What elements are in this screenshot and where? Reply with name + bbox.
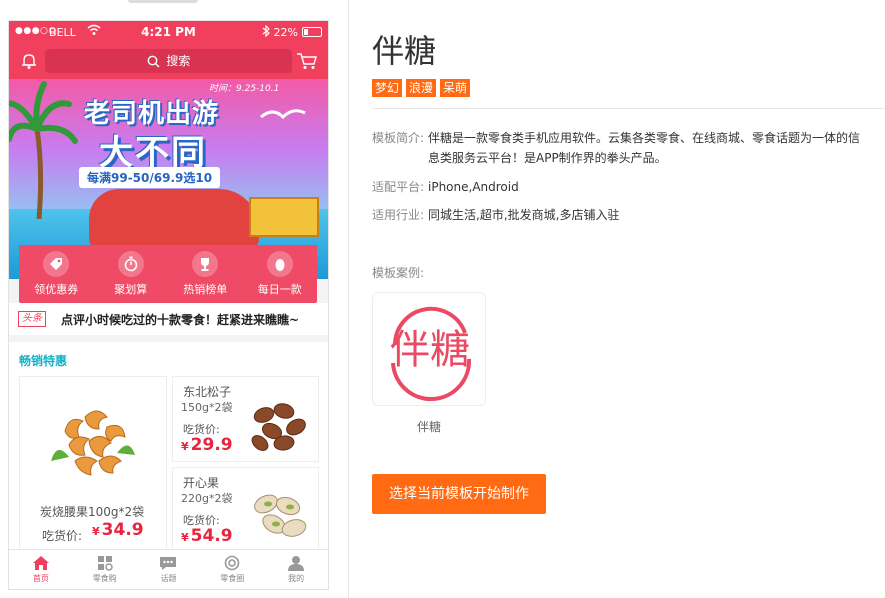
price-label: 吃货价:: [42, 529, 83, 543]
platform-label: 适配平台:: [372, 180, 425, 194]
phone-preview: ●●●○○ BELL 4:21 PM 22% 搜索 时间：9.25-10.1 老…: [8, 20, 329, 590]
quick-nav-label: 领优惠券: [34, 283, 79, 296]
pistachio-image: [254, 494, 307, 537]
product-card-cashew[interactable]: 炭烧腰果100g*2袋 吃货价: ¥34.9: [19, 376, 167, 554]
intro-row: 模板简介: 伴糖是一款零食类手机应用软件。云集各类零食、在线商城、零食话题为一体…: [372, 128, 868, 168]
app-header: 搜索: [9, 43, 328, 79]
tag-badge: 浪漫: [406, 79, 437, 97]
cart-icon[interactable]: [296, 51, 318, 71]
home-icon: [32, 556, 49, 570]
search-placeholder: 搜索: [166, 54, 191, 68]
product-name: 炭烧腰果100g*2袋: [40, 505, 145, 519]
chat-icon: [160, 557, 177, 570]
intro-label: 模板简介:: [372, 131, 425, 145]
tab-home[interactable]: 首页: [9, 550, 73, 589]
quick-nav-deals[interactable]: 聚划算: [94, 245, 169, 303]
price-value: 29.9: [190, 435, 233, 455]
stopwatch-icon: [117, 251, 144, 277]
divider: [372, 108, 885, 109]
product-name: 东北松子: [183, 385, 232, 399]
status-bar: ●●●○○ BELL 4:21 PM 22%: [9, 21, 328, 43]
tag-badge: 呆萌: [440, 79, 471, 97]
tab-snack-circle[interactable]: 零食圈: [200, 550, 264, 589]
quick-nav-label: 热销榜单: [183, 283, 228, 296]
banner-snack-box-image: [249, 197, 319, 237]
grid-icon: [97, 556, 113, 571]
tab-label: 首页: [32, 574, 49, 583]
tab-label: 话题: [160, 574, 177, 583]
preview-column: ●●●○○ BELL 4:21 PM 22% 搜索 时间：9.25-10.1 老…: [0, 0, 349, 598]
case-logo: 伴糖: [390, 306, 472, 401]
case-logo-card[interactable]: 伴糖: [372, 292, 486, 406]
bottom-tab-bar: 首页 零食购 话题 零食圈 我的: [9, 549, 328, 589]
headline-text: 点评小时候吃过的十款零食！赶紧进来瞧瞧~: [61, 313, 300, 327]
bestseller-section: 畅销特惠 炭烧腰果100g*2袋 吃货价: ¥ 34.9 东北松子 150g*2…: [9, 342, 328, 567]
headline-tag: 头条: [18, 311, 46, 327]
banner-promo: 每满99-50/69.9选10: [79, 167, 221, 188]
battery-percent: 22%: [273, 26, 298, 39]
platform-row: 适配平台: iPhone,Android: [372, 177, 868, 197]
template-title: 伴糖: [372, 32, 437, 70]
preview-handle: [128, 0, 198, 3]
price-value: 54.9: [190, 526, 233, 546]
seagull-image: [260, 109, 306, 120]
egg-icon: [266, 251, 293, 277]
banner-car-image: [89, 189, 259, 249]
intro-text: 伴糖是一款零食类手机应用软件。云集各类零食、在线商城、零食话题为一体的信息类服务…: [428, 131, 861, 165]
bluetooth-icon: [262, 24, 270, 40]
coupon-icon: [43, 251, 70, 277]
quick-nav-daily[interactable]: 每日一款: [243, 245, 318, 303]
industry-value: 同城生活,超市,批发商城,多店铺入驻: [428, 208, 620, 222]
quick-nav-coupon[interactable]: 领优惠券: [19, 245, 94, 303]
battery-icon: [302, 27, 322, 37]
section-title: 畅销特惠: [19, 354, 68, 368]
banner-date: 时间：9.25-10.1: [209, 84, 280, 94]
product-weight: 150g*2袋: [181, 401, 233, 414]
case-name: 伴糖: [416, 420, 441, 434]
platform-value: iPhone,Android: [428, 180, 519, 194]
product-price: ¥34.9: [92, 520, 144, 540]
currency-symbol: ¥: [92, 525, 100, 538]
bell-icon[interactable]: [19, 51, 39, 71]
template-tags: 梦幻 浪漫 呆萌: [372, 79, 471, 97]
palm-tree-image: [9, 81, 78, 219]
tab-label: 零食购: [92, 574, 117, 583]
headline-bar[interactable]: 头条 点评小时候吃过的十款零食！赶紧进来瞧瞧~: [9, 303, 328, 335]
cashew-image: [51, 410, 135, 476]
industry-row: 适用行业: 同城生活,超市,批发商城,多店铺入驻: [372, 205, 868, 225]
cases-label: 模板案例:: [372, 266, 425, 280]
page: ●●●○○ BELL 4:21 PM 22% 搜索 时间：9.25-10.1 老…: [0, 0, 885, 598]
template-detail: 伴糖 梦幻 浪漫 呆萌 模板简介: 伴糖是一款零食类手机应用软件。云集各类零食、…: [372, 0, 885, 598]
user-icon: [288, 556, 305, 571]
quick-nav-label: 每日一款: [257, 283, 302, 296]
tab-topics[interactable]: 话题: [137, 550, 201, 589]
search-bar[interactable]: 搜索: [45, 49, 292, 73]
search-icon: [147, 55, 160, 68]
product-name: 开心果: [183, 476, 220, 490]
tab-label: 零食圈: [220, 574, 245, 583]
product-price: ¥29.9: [181, 435, 233, 455]
tab-label: 我的: [288, 574, 305, 583]
quick-nav-ranking[interactable]: 热销榜单: [168, 245, 243, 303]
start-template-button[interactable]: 选择当前模板开始制作: [372, 474, 546, 514]
quick-nav: 领优惠券 聚划算 热销榜单 每日一款: [19, 245, 317, 303]
trophy-icon: [192, 251, 219, 277]
product-card-pistachio[interactable]: 开心果 220g*2袋 吃货价: ¥54.9: [172, 467, 319, 553]
industry-label: 适用行业:: [372, 208, 425, 222]
tab-snack-shop[interactable]: 零食购: [73, 550, 137, 589]
pine-nuts-image: [251, 403, 306, 451]
product-weight: 220g*2袋: [181, 492, 233, 505]
product-card-pine-nuts[interactable]: 东北松子 150g*2袋 吃货价: ¥29.9: [172, 376, 319, 462]
tab-profile[interactable]: 我的: [264, 550, 328, 589]
currency-symbol: ¥: [181, 440, 189, 453]
quick-nav-label: 聚划算: [114, 283, 148, 296]
target-icon: [224, 555, 240, 571]
currency-symbol: ¥: [181, 531, 189, 544]
case-logo-text: 伴糖: [390, 327, 470, 373]
product-price: ¥54.9: [181, 526, 233, 546]
tag-badge: 梦幻: [372, 79, 403, 97]
price-value: 34.9: [101, 520, 144, 540]
